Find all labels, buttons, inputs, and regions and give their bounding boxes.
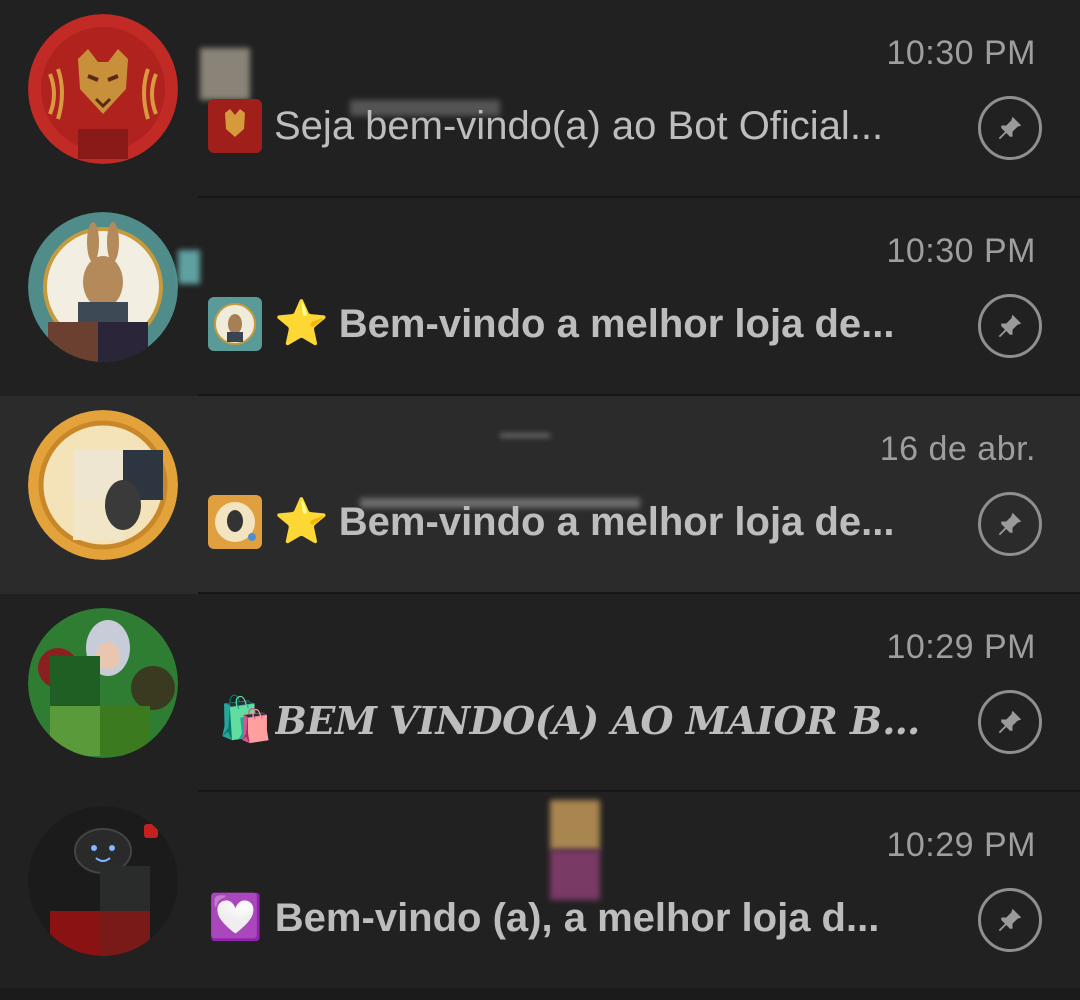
chat-preview: ⭐ Bem-vindo a melhor loja de...: [208, 494, 938, 550]
chat-time: 10:29 PM: [886, 826, 1036, 864]
rabbit-thumb-icon: [208, 297, 262, 351]
pin-icon[interactable]: [978, 492, 1042, 556]
chat-row[interactable]: 10:29 PM 💟 Bem-vindo (a), a melhor loja …: [0, 792, 1080, 990]
star-icon: ⭐: [274, 497, 329, 546]
chat-preview: ⭐ Bem-vindo a melhor loja de...: [208, 296, 938, 352]
rabbit-logo-icon: [28, 212, 178, 362]
pin-icon[interactable]: [978, 96, 1042, 160]
chat-message: Seja bem-vindo(a) ao Bot Oficial...: [274, 103, 884, 148]
chat-time: 10:30 PM: [886, 232, 1036, 270]
bottom-edge: [0, 988, 1080, 1000]
lynx-logo-icon: [28, 14, 178, 164]
fox-logo-icon: [28, 410, 178, 560]
chat-row[interactable]: 10:29 PM 🛍️ BEM VINDO(A) AO MAIOR BOT...: [0, 594, 1080, 792]
chat-message: Bem-vindo a melhor loja de...: [338, 301, 895, 346]
chat-row[interactable]: 10:30 PM Seja bem-vindo(a) ao Bot Oficia…: [0, 0, 1080, 198]
pin-icon[interactable]: [978, 888, 1042, 952]
chat-row[interactable]: 10:30 PM ⭐ Bem-vindo a melhor loja de...: [0, 198, 1080, 396]
star-icon: ⭐: [274, 299, 329, 348]
redacted-block: [200, 48, 250, 100]
heart-decoration-icon: 💟: [208, 893, 263, 942]
chat-preview: 🛍️ BEM VINDO(A) AO MAIOR BOT...: [218, 692, 948, 748]
chat-time: 10:30 PM: [886, 34, 1036, 72]
chat-time: 16 de abr.: [879, 430, 1036, 468]
chat-message: Bem-vindo a melhor loja de...: [338, 499, 895, 544]
redacted-block: [500, 434, 550, 437]
shopping-bags-icon: 🛍️: [218, 695, 273, 744]
chat-row[interactable]: 16 de abr. ⭐ Bem-vindo a melhor loja de.…: [0, 396, 1080, 594]
chat-time: 10:29 PM: [886, 628, 1036, 666]
redacted-block: [178, 250, 200, 284]
chat-message: BEM VINDO(A) AO MAIOR BOT...: [274, 697, 948, 743]
pin-icon[interactable]: [978, 294, 1042, 358]
lynx-logo-thumb-icon: [208, 99, 262, 153]
green-character-avatar-icon: [28, 608, 178, 758]
chat-preview: 💟 Bem-vindo (a), a melhor loja d...: [208, 890, 938, 946]
robot-avatar-icon: [28, 806, 178, 956]
chat-message: Bem-vindo (a), a melhor loja d...: [274, 895, 880, 940]
fox-thumb-icon: [208, 495, 262, 549]
chat-preview: Seja bem-vindo(a) ao Bot Oficial...: [208, 98, 938, 154]
chat-list: 10:30 PM Seja bem-vindo(a) ao Bot Oficia…: [0, 0, 1080, 1000]
pin-icon[interactable]: [978, 690, 1042, 754]
redacted-block: [550, 800, 600, 850]
